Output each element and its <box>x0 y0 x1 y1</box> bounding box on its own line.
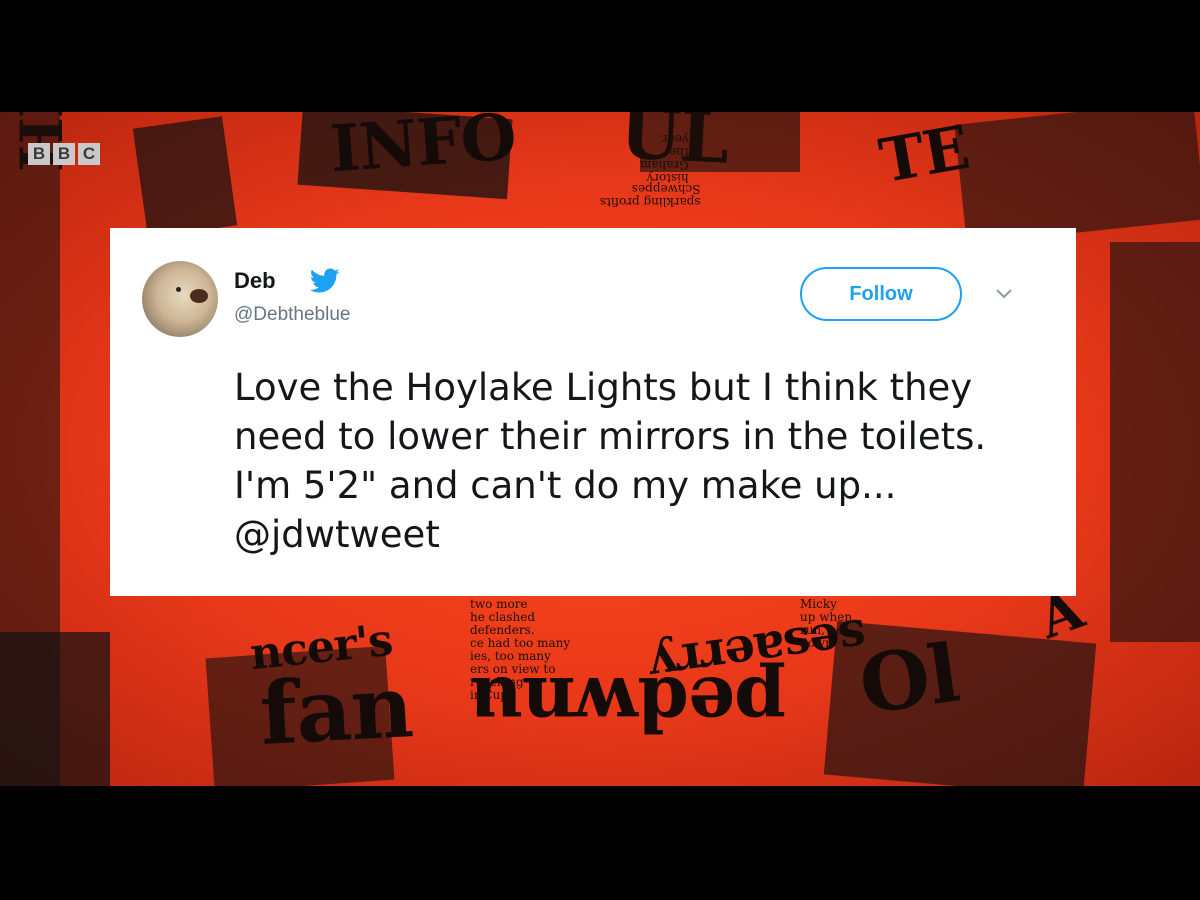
tweet-text: Love the Hoylake Lights but I think they… <box>234 363 1054 559</box>
clipping-headline: Ol <box>853 625 965 733</box>
clipping-headline: TE <box>874 112 974 198</box>
clipping-headline: INFO <box>327 112 519 188</box>
clipping-text: history Graham the year. <box>640 132 689 185</box>
mention-link[interactable]: @jdwtweet <box>234 513 440 556</box>
clipping-text: two more he clashed defenders. ce had to… <box>470 597 571 702</box>
bbc-logo: B B C <box>28 143 100 165</box>
tweet-text-line: need to lower their mirrors in the toile… <box>234 415 987 458</box>
clipping-headline: fan <box>257 656 415 765</box>
avatar-nose <box>190 289 208 303</box>
tweet-text-line: I'm 5'2" and can't do my make up... <box>234 464 897 507</box>
clipping-text: sparkling profits Schweppes <box>600 182 701 209</box>
chevron-down-icon[interactable] <box>994 286 1014 302</box>
avatar-eye <box>176 287 181 292</box>
bbc-logo-letter: B <box>28 143 50 165</box>
avatar[interactable] <box>142 261 218 337</box>
user-handle[interactable]: @Debtheblue <box>234 304 350 326</box>
tweet-card: Deb @Debtheblue Follow Love the Hoylake … <box>110 228 1076 596</box>
bbc-logo-letter: C <box>78 143 100 165</box>
tweet-text-line: Love the Hoylake Lights but I think they <box>234 366 973 409</box>
user-display-name[interactable]: Deb <box>234 268 276 294</box>
bbc-logo-letter: B <box>53 143 75 165</box>
follow-button[interactable]: Follow <box>800 267 962 321</box>
twitter-bird-icon <box>310 268 340 293</box>
clipping-text: Micky up when, run, he down <box>800 597 856 650</box>
